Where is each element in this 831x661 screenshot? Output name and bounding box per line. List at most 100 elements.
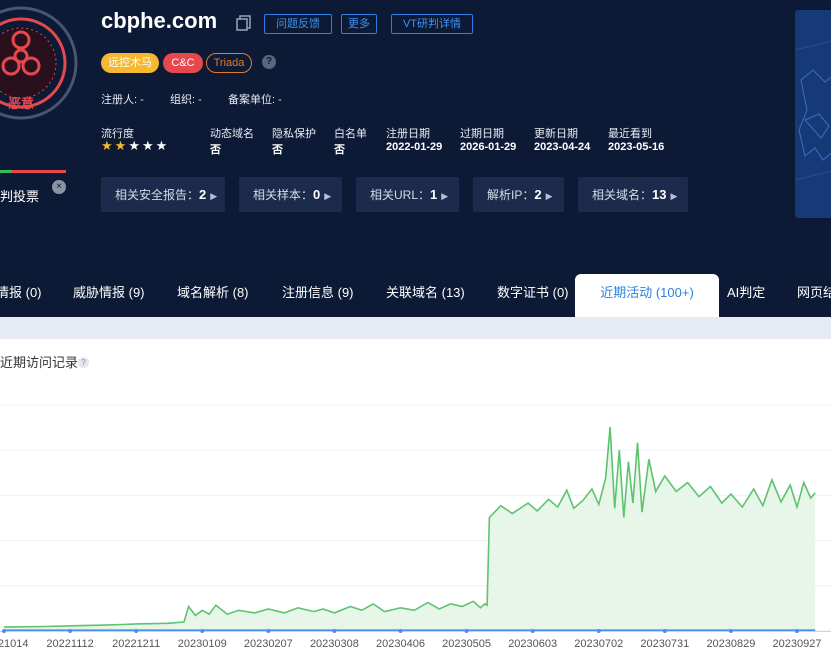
- close-icon[interactable]: ×: [52, 180, 66, 194]
- related-domains-button[interactable]: 相关域名：13 ▶: [578, 177, 688, 212]
- x-tick-label: 20230406: [376, 638, 425, 650]
- x-tick-label: 20230603: [508, 638, 557, 650]
- tab-recent-activity[interactable]: 近期活动 (100+): [575, 274, 719, 317]
- tab-bar: 情报 (0) 威胁情报 (9) 域名解析 (8) 注册信息 (9) 关联域名 (…: [0, 274, 831, 317]
- vote-good-fill: [0, 170, 12, 173]
- chevron-right-icon: ▶: [670, 191, 678, 201]
- x-tick-label: 20230109: [178, 638, 227, 650]
- vote-label[interactable]: 判投票: [0, 186, 39, 205]
- domain-title: cbphe.com: [101, 8, 218, 33]
- stat-value-expires: 2026-01-29: [460, 141, 517, 153]
- resolved-ips-count: 2: [534, 187, 542, 202]
- related-urls-button[interactable]: 相关URL：1 ▶: [356, 177, 459, 212]
- tag-cnc[interactable]: C&C: [163, 53, 203, 73]
- malicious-seal-icon: 恶意: [0, 6, 78, 120]
- x-tick-marker: [662, 629, 667, 633]
- related-samples-label: 相关样本：: [253, 188, 314, 202]
- star-icon: ★: [141, 138, 156, 153]
- org-info: 组织: -: [170, 94, 202, 106]
- related-reports-button[interactable]: 相关安全报告：2 ▶: [101, 177, 225, 212]
- star-icon: ★: [155, 138, 170, 153]
- x-tick-marker: [728, 629, 733, 633]
- x-tick-label: 20230207: [244, 638, 293, 650]
- x-tick-label: 20230927: [773, 638, 822, 650]
- chevron-right-icon: ▶: [441, 191, 449, 201]
- x-tick-marker: [332, 629, 337, 633]
- x-tick-marker: [2, 629, 6, 633]
- x-tick-label: 20230505: [442, 638, 491, 650]
- stat-value-privacy: 否: [272, 144, 283, 156]
- related-urls-label: 相关URL：: [370, 188, 431, 202]
- stat-value-updated: 2023-04-24: [534, 141, 591, 153]
- star-icon: ★: [101, 138, 115, 153]
- tab-registration[interactable]: 注册信息 (9): [282, 274, 354, 317]
- verdict-text: 恶意: [8, 96, 34, 111]
- filing-info: 备案单位: -: [228, 94, 282, 106]
- related-domains-count: 13: [652, 187, 667, 202]
- feedback-button[interactable]: 问题反馈: [264, 14, 332, 34]
- x-tick-label: 20221112: [46, 638, 93, 650]
- stat-value-dynamic: 否: [210, 144, 221, 156]
- vt-details-button[interactable]: VT研判详情: [391, 14, 473, 34]
- related-reports-label: 相关安全报告：: [115, 188, 200, 202]
- x-tick-marker: [530, 629, 535, 633]
- domain-header: 恶意 判投票 × cbphe.com 问题反馈 更多 VT研判详情 远控木马 C…: [0, 0, 831, 274]
- tab-web-content[interactable]: 网页结: [797, 274, 831, 317]
- x-tick-marker: [596, 629, 601, 633]
- tab-intel[interactable]: 情报 (0): [0, 274, 42, 317]
- copy-icon[interactable]: [236, 15, 252, 31]
- tab-certificates[interactable]: 数字证书 (0): [497, 274, 569, 317]
- x-tick-marker: [795, 629, 799, 633]
- x-tick-label: 20230829: [706, 638, 755, 650]
- chevron-right-icon: ▶: [210, 191, 218, 201]
- related-samples-count: 0: [313, 187, 321, 202]
- x-tick-marker: [398, 629, 403, 633]
- x-tick-marker: [134, 629, 139, 633]
- chevron-right-icon: ▶: [545, 191, 553, 201]
- x-tick-label: 20230702: [574, 638, 623, 650]
- tab-related-domains[interactable]: 关联域名 (13): [386, 274, 465, 317]
- stat-label-expires: 过期日期: [460, 128, 504, 140]
- x-tick-label: 20230308: [310, 638, 359, 650]
- popularity-stars: ★★★★★: [101, 138, 169, 154]
- location-map[interactable]: [795, 10, 831, 218]
- x-tick-marker: [200, 629, 205, 633]
- star-icon: ★: [128, 138, 142, 153]
- registrant-info: 注册人: -: [101, 94, 144, 106]
- related-domains-label: 相关域名：: [592, 188, 653, 202]
- x-tick-marker: [464, 629, 469, 633]
- tab-ai-verdict[interactable]: AI判定: [727, 274, 765, 317]
- stat-value-whitelist: 否: [334, 144, 345, 156]
- help-icon[interactable]: ?: [78, 357, 89, 368]
- tab-dns-resolution[interactable]: 域名解析 (8): [177, 274, 249, 317]
- star-icon: ★: [114, 138, 129, 153]
- vote-bad-fill: [11, 170, 66, 173]
- related-urls-count: 1: [430, 187, 438, 202]
- recent-visits-chart[interactable]: 20221014 20221112 20221211 20230109 20230207…: [0, 380, 831, 661]
- chart-title: 近期访问记录: [0, 355, 79, 370]
- help-icon[interactable]: ?: [262, 55, 276, 69]
- tag-triada[interactable]: Triada: [206, 53, 252, 73]
- vote-ratio-bar: [0, 170, 66, 173]
- tag-remote-trojan[interactable]: 远控木马: [101, 53, 159, 73]
- x-tick-marker: [266, 629, 271, 633]
- series-area: [4, 427, 816, 631]
- stat-label-registered: 注册日期: [386, 128, 430, 140]
- stat-value-last-seen: 2023-05-16: [608, 141, 665, 153]
- x-tick-label: 20230731: [640, 638, 689, 650]
- x-tick-marker: [68, 629, 73, 633]
- stat-label-last-seen: 最近看到: [608, 128, 652, 140]
- more-button[interactable]: 更多: [341, 14, 377, 34]
- stat-label-whitelist: 白名单: [334, 128, 367, 140]
- chevron-right-icon: ▶: [324, 191, 332, 201]
- resolved-ips-label: 解析IP：: [487, 188, 535, 202]
- map-shape: [795, 40, 831, 181]
- resolved-ips-button[interactable]: 解析IP：2 ▶: [473, 177, 564, 212]
- stat-label-privacy: 隐私保护: [272, 128, 316, 140]
- tab-threat-intel[interactable]: 威胁情报 (9): [73, 274, 145, 317]
- section-divider: [0, 317, 831, 339]
- stat-label-dynamic: 动态域名: [210, 128, 254, 140]
- stat-value-registered: 2022-01-29: [386, 141, 443, 153]
- related-samples-button[interactable]: 相关样本：0 ▶: [239, 177, 342, 212]
- stat-label-updated: 更新日期: [534, 128, 578, 140]
